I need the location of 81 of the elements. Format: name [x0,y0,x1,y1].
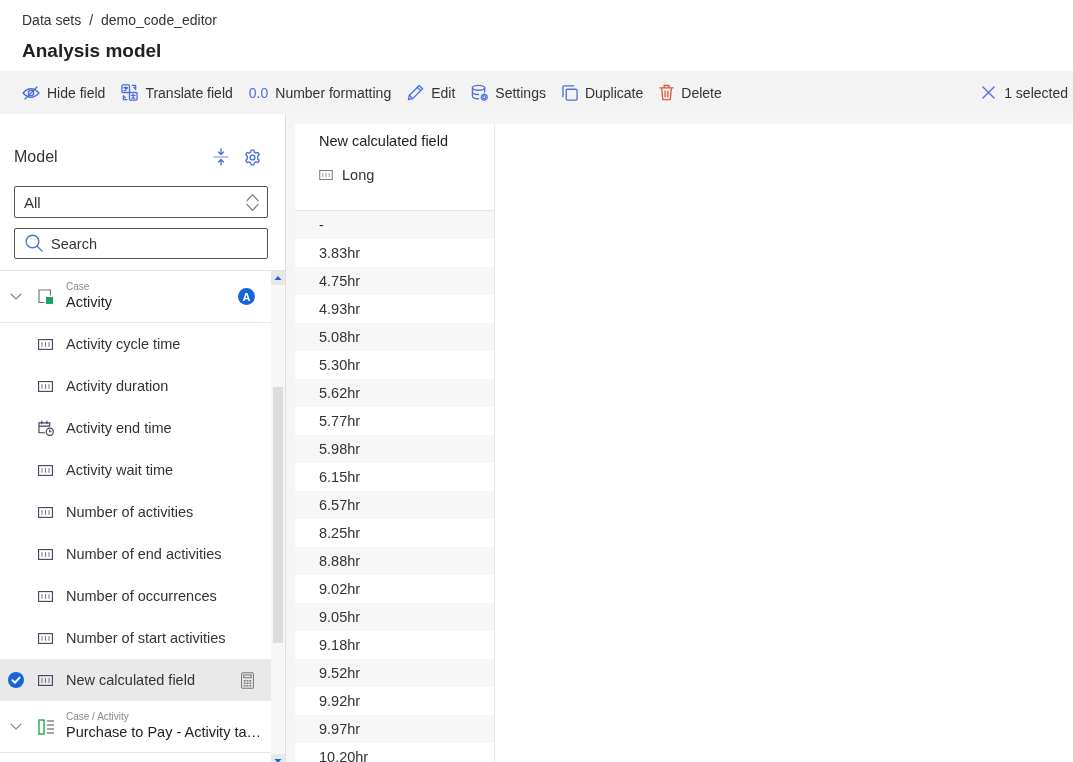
tree-item[interactable]: Number of occurrences [0,575,271,617]
filter-select[interactable]: All [14,186,268,218]
number-icon [38,548,53,560]
clear-selection-button[interactable] [982,86,996,99]
calendar-clock-icon [38,420,54,436]
table-cell: 6.57hr [295,491,494,519]
search-icon [25,234,43,252]
group-label[interactable]: Activity [66,293,112,312]
tree-item[interactable]: Activity end time [0,407,271,449]
number-icon [38,590,53,602]
table-cell-text: 10.20hr [318,748,370,762]
tree-item[interactable]: Number of end activities [0,533,271,575]
table-cell-text: 9.92hr [318,692,362,711]
column-list-icon [38,718,54,735]
number-icon [38,380,53,392]
close-icon [982,86,996,99]
translate-icon [121,84,139,101]
table-cell-text: 5.30hr [318,356,362,375]
breadcrumb-separator: / [89,11,94,29]
tree-item[interactable]: New calculated field [0,659,271,701]
table-cell: 8.88hr [295,547,494,575]
number-icon [38,674,53,686]
chevron-down-icon[interactable] [10,293,22,300]
table-cell-text: 8.25hr [318,524,362,543]
breadcrumb-current: demo_code_editor [101,11,217,29]
number-icon [38,632,53,644]
scrollbar-thumb[interactable] [273,387,283,643]
number-icon [38,338,53,350]
table-cell-text: 5.77hr [318,412,362,431]
number-icon [38,506,53,518]
edit-button[interactable]: Edit [407,80,456,105]
tree-item[interactable]: Number of start activities [0,617,271,659]
eye-slash-icon [22,85,40,100]
duplicate-button[interactable]: Duplicate [561,80,644,105]
tree-item[interactable]: Number of activities [0,491,271,533]
number-icon [319,170,333,180]
tree-item[interactable]: Activity duration [0,365,271,407]
pencil-icon [407,84,425,101]
decimal-symbol: 0.0 [248,84,269,101]
chevron-updown-icon [246,192,259,212]
table-cell-text: 3.83hr [318,244,362,263]
table-cell: 5.08hr [295,323,494,351]
table-cell: 5.62hr [295,379,494,407]
copy-icon [561,84,578,101]
delete-button[interactable]: Delete [659,80,722,105]
database-gear-icon [471,84,489,101]
table-cell: 4.75hr [295,267,494,295]
table-cell-text: 6.15hr [318,468,362,487]
tree-item[interactable]: Activity cycle time [0,323,271,365]
letter-badge: A [238,288,255,305]
table-icon [38,289,53,304]
tree-item[interactable]: Activity wait time [0,449,271,491]
table-cell: 9.05hr [295,603,494,631]
group-category: Case [66,281,90,293]
panel-title: Model [14,147,58,167]
table-cell: - [295,211,494,239]
settings-button[interactable]: Settings [471,80,546,105]
collapse-icon[interactable] [213,148,229,166]
table-cell-text: 9.02hr [318,580,362,599]
chevron-down-icon[interactable] [10,723,22,730]
check-circle-icon [8,672,24,688]
settings-icon[interactable] [244,148,261,166]
table-cell-text: 9.18hr [318,636,362,655]
scrollbar[interactable] [271,271,285,762]
table-cell: 9.52hr [295,659,494,687]
breadcrumb-link[interactable]: Data sets [22,11,82,29]
table-cell-text: 4.93hr [318,300,362,319]
number-icon [38,464,53,476]
number-formatting-button[interactable]: 0.0 Number formatting [248,80,392,105]
hide-field-button[interactable]: Hide field [22,80,106,105]
table-cell: 9.97hr [295,715,494,743]
translate-field-button[interactable]: Translate field [121,80,233,105]
page-title: Analysis model [22,39,162,63]
group-category: Case / Activity [66,711,129,723]
selection-count: 1 selected [1004,84,1068,101]
trash-icon [659,84,675,101]
search-field[interactable]: Search [14,228,268,259]
column-type: Long [342,166,375,184]
table-cell: 5.98hr [295,435,494,463]
column-title: New calculated field [319,132,448,150]
group-label[interactable]: Purchase to Pay - Activity ta… [66,723,262,742]
